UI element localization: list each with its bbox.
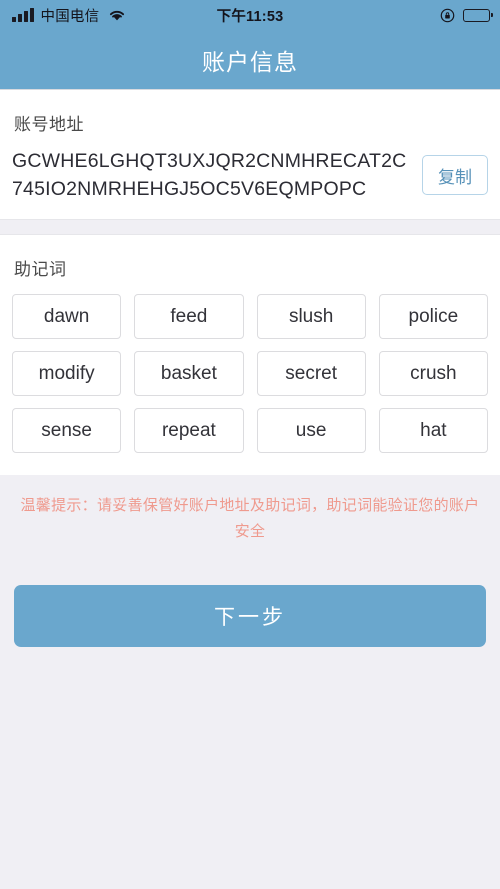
account-address-row: GCWHE6LGHQT3UXJQR2CNMHRECAT2C745IO2NMRHE…: [12, 147, 488, 203]
mnemonic-word[interactable]: repeat: [134, 408, 244, 453]
next-step-button[interactable]: 下一步: [14, 585, 486, 647]
wifi-icon: [108, 8, 126, 22]
footer-actions: 下一步: [0, 545, 500, 647]
mnemonic-word-grid: dawn feed slush police modify basket sec…: [12, 294, 488, 453]
warning-text: 温馨提示：请妥善保管好账户地址及助记词，助记词能验证您的账户安全: [20, 497, 480, 540]
mnemonic-word[interactable]: basket: [134, 351, 244, 396]
copy-address-button[interactable]: 复制: [422, 155, 488, 195]
page-header: 账户信息: [0, 30, 500, 90]
rotation-lock-icon: [440, 8, 455, 23]
mnemonic-word[interactable]: slush: [256, 294, 366, 339]
mnemonic-label: 助记词: [14, 260, 67, 279]
mnemonic-card: 助记词 dawn feed slush police modify basket…: [0, 235, 500, 475]
battery-icon: [463, 8, 493, 22]
signal-bars-icon: [12, 7, 34, 22]
page-title: 账户信息: [202, 48, 298, 75]
mnemonic-word[interactable]: sense: [12, 408, 122, 453]
account-address-card: 账号地址 GCWHE6LGHQT3UXJQR2CNMHRECAT2C745IO2…: [0, 90, 500, 219]
mnemonic-word[interactable]: police: [378, 294, 488, 339]
mnemonic-word[interactable]: modify: [12, 351, 122, 396]
mnemonic-word[interactable]: crush: [378, 351, 488, 396]
mnemonic-word[interactable]: secret: [256, 351, 366, 396]
status-bar-right: [440, 8, 493, 23]
status-bar: 中国电信 下午11:53: [0, 0, 500, 30]
account-address-label: 账号地址: [14, 115, 84, 134]
mnemonic-word[interactable]: dawn: [12, 294, 122, 339]
section-divider: [0, 219, 500, 235]
account-address-value: GCWHE6LGHQT3UXJQR2CNMHRECAT2C745IO2NMRHE…: [12, 150, 407, 200]
carrier-label: 中国电信: [40, 8, 100, 25]
mnemonic-word[interactable]: hat: [378, 408, 488, 453]
mnemonic-word[interactable]: feed: [134, 294, 244, 339]
mnemonic-word[interactable]: use: [256, 408, 366, 453]
status-bar-left: 中国电信: [12, 5, 126, 26]
